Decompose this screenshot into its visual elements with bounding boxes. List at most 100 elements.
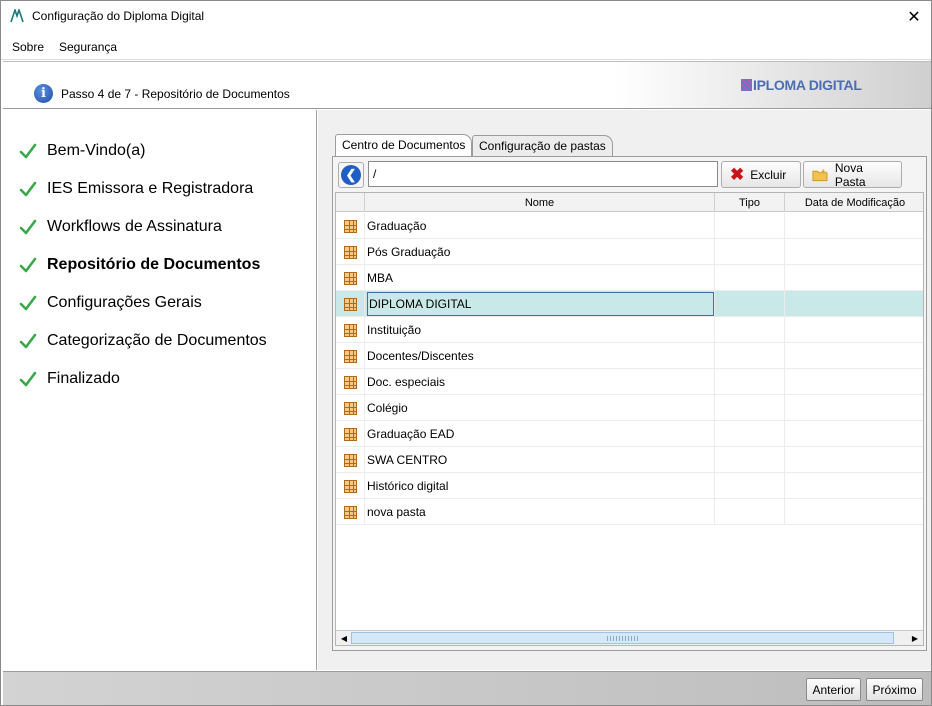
row-tipo-cell — [715, 343, 785, 369]
brand-text: IPLOMA DIGITAL — [753, 77, 862, 93]
table-row[interactable]: Graduação — [336, 213, 923, 239]
row-tipo-cell — [715, 499, 785, 525]
next-button[interactable]: Próximo — [866, 678, 923, 701]
checkmark-icon — [19, 295, 37, 311]
row-name-cell: DIPLOMA DIGITAL — [365, 291, 715, 317]
nav-step-6[interactable]: Categorização de Documentos — [19, 329, 267, 353]
row-icon-cell — [336, 213, 365, 239]
header-tipo[interactable]: Tipo — [715, 193, 785, 212]
table-row[interactable]: MBA — [336, 265, 923, 291]
back-button[interactable]: ❮ — [338, 162, 364, 188]
close-icon: ✕ — [907, 8, 921, 26]
step-indicator: Passo 4 de 7 - Repositório de Documentos — [61, 87, 290, 101]
tab-panel: ❮ ✖ Excluir Nova Pasta Nome Tipo Dat — [332, 156, 927, 651]
nav-step-7[interactable]: Finalizado — [19, 367, 120, 391]
selected-name-box: DIPLOMA DIGITAL — [367, 292, 714, 316]
row-tipo-cell — [715, 421, 785, 447]
header-data-modificacao[interactable]: Data de Modificação — [785, 193, 923, 212]
tab-configuracao-pastas[interactable]: Configuração de pastas — [472, 135, 613, 157]
nav-step-1[interactable]: Bem-Vindo(a) — [19, 139, 145, 163]
nav-step-label: Categorização de Documentos — [47, 332, 267, 349]
table-row[interactable]: Doc. especiais — [336, 369, 923, 395]
menu-sobre[interactable]: Sobre — [12, 40, 44, 54]
row-date-cell — [785, 473, 923, 499]
row-name-cell: nova pasta — [365, 499, 715, 525]
new-folder-button[interactable]: Nova Pasta — [803, 160, 902, 189]
scroll-right-icon[interactable]: ▶ — [908, 631, 922, 645]
nav-step-2[interactable]: IES Emissora e Registradora — [19, 177, 253, 201]
folder-grid-icon — [343, 479, 357, 493]
title-bar: Configuração do Diploma Digital ✕ — [1, 1, 931, 32]
row-date-cell — [785, 447, 923, 473]
nav-step-label: Workflows de Assinatura — [47, 218, 222, 235]
window-title: Configuração do Diploma Digital — [32, 9, 205, 23]
brand-mark-icon — [741, 79, 752, 91]
nav-step-label: Bem-Vindo(a) — [47, 142, 146, 159]
new-folder-label: Nova Pasta — [834, 160, 866, 189]
row-name-cell: MBA — [365, 265, 715, 291]
row-name-cell: Doc. especiais — [365, 369, 715, 395]
scroll-left-icon[interactable]: ◀ — [337, 631, 351, 645]
documents-table: Nome Tipo Data de Modificação Graduação P… — [335, 192, 924, 646]
folder-grid-icon — [343, 505, 357, 519]
row-icon-cell — [336, 473, 365, 499]
nav-step-5[interactable]: Configurações Gerais — [19, 291, 202, 315]
table-row[interactable]: Graduação EAD — [336, 421, 923, 447]
checkmark-icon — [19, 219, 37, 235]
row-name: Colégio — [367, 401, 408, 415]
nav-step-label: Repositório de Documentos — [47, 256, 261, 273]
row-date-cell — [785, 317, 923, 343]
row-icon-cell — [336, 421, 365, 447]
checkmark-icon — [19, 333, 37, 349]
row-tipo-cell — [715, 473, 785, 499]
folder-grid-icon — [343, 349, 357, 363]
table-row[interactable]: Histórico digital — [336, 473, 923, 499]
main-content: Configuração de pastas Centro de Documen… — [318, 110, 931, 670]
delete-button[interactable]: ✖ Excluir — [721, 161, 801, 188]
app-logo-icon — [10, 9, 24, 23]
folder-grid-icon — [343, 427, 357, 441]
menu-seguranca[interactable]: Segurança — [59, 40, 117, 54]
header-nome[interactable]: Nome — [365, 193, 715, 212]
row-icon-cell — [336, 447, 365, 473]
path-input[interactable] — [368, 161, 718, 187]
row-name-cell: Pós Graduação — [365, 239, 715, 265]
previous-button[interactable]: Anterior — [806, 678, 861, 701]
row-name-cell: Graduação EAD — [365, 421, 715, 447]
table-row[interactable]: nova pasta — [336, 499, 923, 525]
table-row[interactable]: Docentes/Discentes — [336, 343, 923, 369]
row-name: Instituição — [367, 323, 422, 337]
folder-grid-icon — [343, 453, 357, 467]
row-date-cell — [785, 395, 923, 421]
row-name-cell: Colégio — [365, 395, 715, 421]
row-date-cell — [785, 421, 923, 447]
wizard-steps-panel: Bem-Vindo(a) IES Emissora e Registradora W… — [3, 110, 317, 670]
row-name: SWA CENTRO — [367, 453, 448, 467]
app-window: Configuração do Diploma Digital ✕ Sobre … — [0, 0, 932, 706]
row-date-cell — [785, 239, 923, 265]
table-row[interactable]: Instituição — [336, 317, 923, 343]
folder-grid-icon — [343, 401, 357, 415]
row-tipo-cell — [715, 447, 785, 473]
close-button[interactable]: ✕ — [896, 1, 932, 32]
table-row[interactable]: Pós Graduação — [336, 239, 923, 265]
header-icon-column — [336, 193, 365, 212]
scrollbar-thumb[interactable] — [351, 632, 894, 644]
delete-label: Excluir — [750, 167, 787, 182]
row-tipo-cell — [715, 265, 785, 291]
table-row[interactable]: SWA CENTRO — [336, 447, 923, 473]
row-icon-cell — [336, 343, 365, 369]
nav-step-3[interactable]: Workflows de Assinatura — [19, 215, 222, 239]
table-row[interactable]: Colégio — [336, 395, 923, 421]
row-name: DIPLOMA DIGITAL — [369, 297, 472, 311]
row-name: nova pasta — [367, 505, 426, 519]
tab-centro-documentos[interactable]: Centro de Documentos — [335, 134, 473, 157]
back-arrow-icon: ❮ — [341, 165, 361, 185]
checkmark-icon — [19, 371, 37, 387]
row-name: MBA — [367, 271, 394, 285]
table-row[interactable]: DIPLOMA DIGITAL — [336, 291, 923, 317]
nav-step-4[interactable]: Repositório de Documentos — [19, 253, 260, 277]
brand-logo: IPLOMA DIGITAL — [741, 77, 862, 93]
row-icon-cell — [336, 369, 365, 395]
horizontal-scrollbar[interactable]: ◀ ▶ — [336, 630, 923, 645]
